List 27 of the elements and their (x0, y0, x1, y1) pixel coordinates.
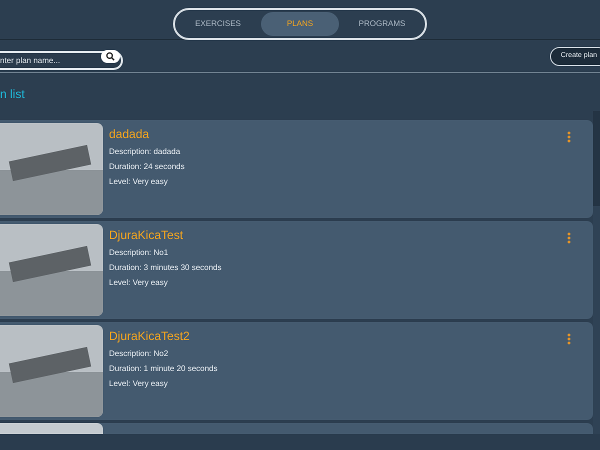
tab[interactable]: PLANS (261, 12, 339, 36)
scrollbar[interactable] (593, 111, 600, 434)
plan-level: Level: Very easy (109, 177, 169, 187)
plan-title: DjuraKicaTest2 (109, 328, 191, 344)
plan-description: Description: dadada (109, 147, 182, 157)
more-vertical-icon[interactable] (567, 232, 571, 244)
plan-title: dadada (109, 126, 150, 142)
plan-card[interactable]: DjuraKicaTest2 Description: No2 Duration: 1 minute 20 seconds Level: Very easy (0, 322, 593, 420)
plan-card[interactable]: DjuraKicaTest Description: No1 Duration: 3 minutes 30 seconds Level: Very easy (0, 221, 593, 319)
plan-duration: Duration: 24 seconds (109, 162, 186, 172)
search-icon (106, 52, 115, 60)
plan-duration: Duration: 1 minute 20 seconds (109, 364, 219, 374)
plan-level: Level: Very easy (109, 278, 169, 288)
plan-card[interactable] (0, 423, 593, 434)
plan-duration: Duration: 3 minutes 30 seconds (109, 263, 223, 273)
tab[interactable]: PROGRAMS (343, 12, 421, 36)
search-button[interactable] (101, 50, 120, 62)
plan-level: Level: Very easy (109, 379, 169, 389)
tab[interactable]: EXERCISES (179, 12, 257, 36)
plan-description: Description: No1 (109, 248, 170, 258)
more-vertical-icon[interactable] (567, 333, 571, 345)
more-vertical-icon[interactable] (567, 131, 571, 143)
section-title: n list (0, 86, 25, 102)
plan-description: Description: No2 (109, 349, 170, 359)
plan-card[interactable]: dadada Description: dadada Duration: 24 seconds Level: Very easy (0, 120, 593, 218)
plan-title: DjuraKicaTest (109, 227, 184, 243)
search-field[interactable]: nter plan name... (0, 50, 123, 70)
